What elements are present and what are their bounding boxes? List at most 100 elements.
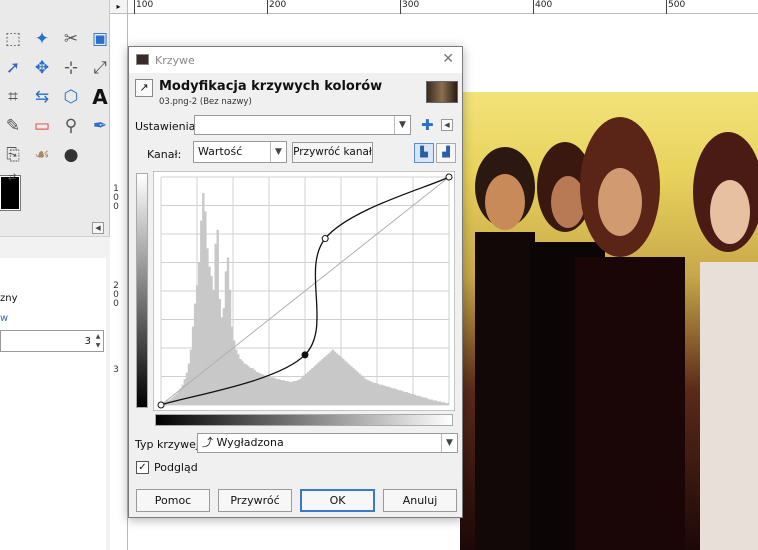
histogram-bar bbox=[401, 391, 405, 405]
ruler-corner-icon[interactable]: ▸ bbox=[110, 0, 128, 14]
add-preset-icon[interactable]: ✚ bbox=[421, 116, 434, 134]
tool-option-link[interactable]: w bbox=[0, 313, 8, 324]
reset-button[interactable]: Przywróć bbox=[218, 489, 292, 512]
free-select-icon[interactable]: ⬚ bbox=[2, 28, 24, 50]
ruler-label: 100 bbox=[136, 0, 154, 10]
curves-dialog: Krzywe ✕ ↗ Modyfikacja krzywych kolorów … bbox=[128, 46, 463, 518]
ruler-label: 3 bbox=[113, 365, 119, 375]
cancel-button[interactable]: Anuluj bbox=[383, 489, 457, 512]
histogram-bar bbox=[426, 398, 429, 405]
histogram-bar bbox=[403, 392, 407, 405]
histogram-bar bbox=[237, 354, 240, 405]
histogram-bar bbox=[263, 375, 267, 405]
histogram-bar bbox=[206, 248, 209, 405]
scissors-icon[interactable]: ✂ bbox=[60, 28, 82, 50]
histogram-bar bbox=[370, 381, 374, 405]
histogram-bar bbox=[393, 388, 396, 405]
chevron-down-icon[interactable]: ▼ bbox=[441, 434, 457, 452]
histogram-bar bbox=[309, 369, 312, 405]
ok-button[interactable]: OK bbox=[300, 489, 375, 512]
histogram-bar bbox=[344, 360, 347, 405]
vertical-ruler[interactable] bbox=[110, 0, 128, 550]
histogram-bar bbox=[298, 379, 302, 405]
histogram-bar bbox=[220, 317, 224, 405]
logarithmic-histogram-icon[interactable]: ▟ bbox=[436, 143, 456, 163]
cage-icon[interactable]: ⬡ bbox=[60, 86, 82, 108]
histogram-bar bbox=[374, 382, 378, 405]
histogram-bar bbox=[222, 308, 226, 405]
image-photo[interactable] bbox=[460, 92, 758, 550]
histogram-bar bbox=[335, 353, 339, 405]
histogram-bar bbox=[372, 382, 376, 405]
airbrush-icon[interactable]: ⚲ bbox=[60, 115, 82, 137]
chevron-down-icon[interactable]: ▼ bbox=[270, 142, 286, 162]
histogram-bar bbox=[434, 400, 437, 405]
linear-histogram-icon[interactable]: ▙ bbox=[414, 143, 434, 163]
chevron-down-icon[interactable]: ▼ bbox=[394, 116, 410, 134]
histogram-bar bbox=[284, 381, 287, 405]
control-point[interactable] bbox=[321, 235, 329, 243]
dock-menu-arrow-icon[interactable]: ◀ bbox=[92, 222, 104, 234]
smudge-icon[interactable]: ☙ bbox=[31, 144, 53, 166]
close-icon[interactable]: ✕ bbox=[442, 51, 454, 67]
histogram-bar bbox=[251, 368, 254, 405]
crop-icon[interactable]: ⌗ bbox=[2, 86, 24, 108]
channel-label: Kanał: bbox=[147, 148, 182, 161]
color-picker-icon[interactable]: ➚ bbox=[2, 57, 24, 79]
reset-channel-button[interactable]: Przywróć kanał bbox=[292, 142, 373, 163]
dialog-titlebar[interactable]: Krzywe ✕ bbox=[129, 47, 462, 73]
transform-icon[interactable]: ⤢ bbox=[89, 57, 111, 79]
preview-label[interactable]: Podgląd bbox=[154, 461, 198, 474]
histogram-bar bbox=[296, 380, 300, 405]
pencil-icon[interactable]: ✎ bbox=[2, 115, 24, 137]
ruler-tick bbox=[666, 0, 667, 14]
help-button[interactable]: Pomoc bbox=[136, 489, 210, 512]
histogram-bar bbox=[212, 289, 215, 405]
move-icon[interactable]: ✥ bbox=[31, 57, 53, 79]
foreground-select-icon[interactable]: ▣ bbox=[89, 28, 111, 50]
window-title: Krzywe bbox=[155, 54, 195, 67]
histogram-bar bbox=[405, 392, 409, 405]
histogram-bar bbox=[210, 275, 213, 405]
curve-type-combobox[interactable]: ⤴ Wygładzona ▼ bbox=[197, 433, 458, 453]
clone-icon[interactable]: ⎘ bbox=[2, 144, 24, 166]
histogram-bar bbox=[327, 353, 330, 405]
swap-colors-icon[interactable]: ⇄ bbox=[8, 172, 16, 183]
histogram-bar bbox=[424, 397, 427, 405]
histogram-bar bbox=[368, 381, 372, 405]
settings-combobox[interactable]: ▼ bbox=[194, 115, 411, 135]
histogram-bar bbox=[282, 380, 285, 405]
fuzzy-select-icon[interactable]: ✦ bbox=[31, 28, 53, 50]
text-icon[interactable]: A bbox=[89, 86, 111, 108]
control-point[interactable] bbox=[445, 173, 453, 181]
histogram-bar bbox=[247, 366, 250, 405]
ruler-label: 400 bbox=[535, 0, 553, 10]
ink-icon[interactable]: ✒ bbox=[89, 115, 111, 137]
dodge-burn-icon[interactable]: ● bbox=[60, 144, 82, 166]
histogram-bar bbox=[208, 266, 211, 405]
horizontal-ruler[interactable] bbox=[128, 0, 758, 14]
control-point[interactable] bbox=[157, 401, 165, 409]
channel-value: Wartość bbox=[198, 145, 243, 158]
preview-checkbox[interactable]: ✓ bbox=[136, 461, 149, 474]
histogram-bar bbox=[323, 357, 326, 405]
preset-menu-icon[interactable]: ◀ bbox=[441, 119, 453, 131]
channel-combobox[interactable]: Wartość ▼ bbox=[193, 141, 287, 163]
histogram-bar bbox=[428, 399, 431, 405]
ruler-label: 300 bbox=[402, 0, 420, 10]
align-icon[interactable]: ⊹ bbox=[60, 57, 82, 79]
curves-graph[interactable] bbox=[153, 171, 455, 411]
histogram-bar bbox=[276, 379, 279, 405]
gimp-window-icon bbox=[136, 54, 149, 65]
spin-arrows-icon[interactable]: ▲ ▼ bbox=[94, 332, 102, 350]
tool-option-spinbox[interactable]: 3 ▲ ▼ bbox=[0, 330, 104, 352]
histogram-bar bbox=[389, 387, 392, 405]
histogram-bar bbox=[305, 373, 308, 405]
photo-people-shapes bbox=[475, 117, 758, 550]
histogram-bar bbox=[411, 393, 415, 405]
eraser-icon[interactable]: ▭ bbox=[31, 115, 53, 137]
active-control-point[interactable] bbox=[301, 351, 309, 359]
flip-icon[interactable]: ⇆ bbox=[31, 86, 53, 108]
histogram-bar bbox=[331, 349, 335, 405]
dialog-header-title: Modyfikacja krzywych kolorów bbox=[159, 79, 383, 94]
